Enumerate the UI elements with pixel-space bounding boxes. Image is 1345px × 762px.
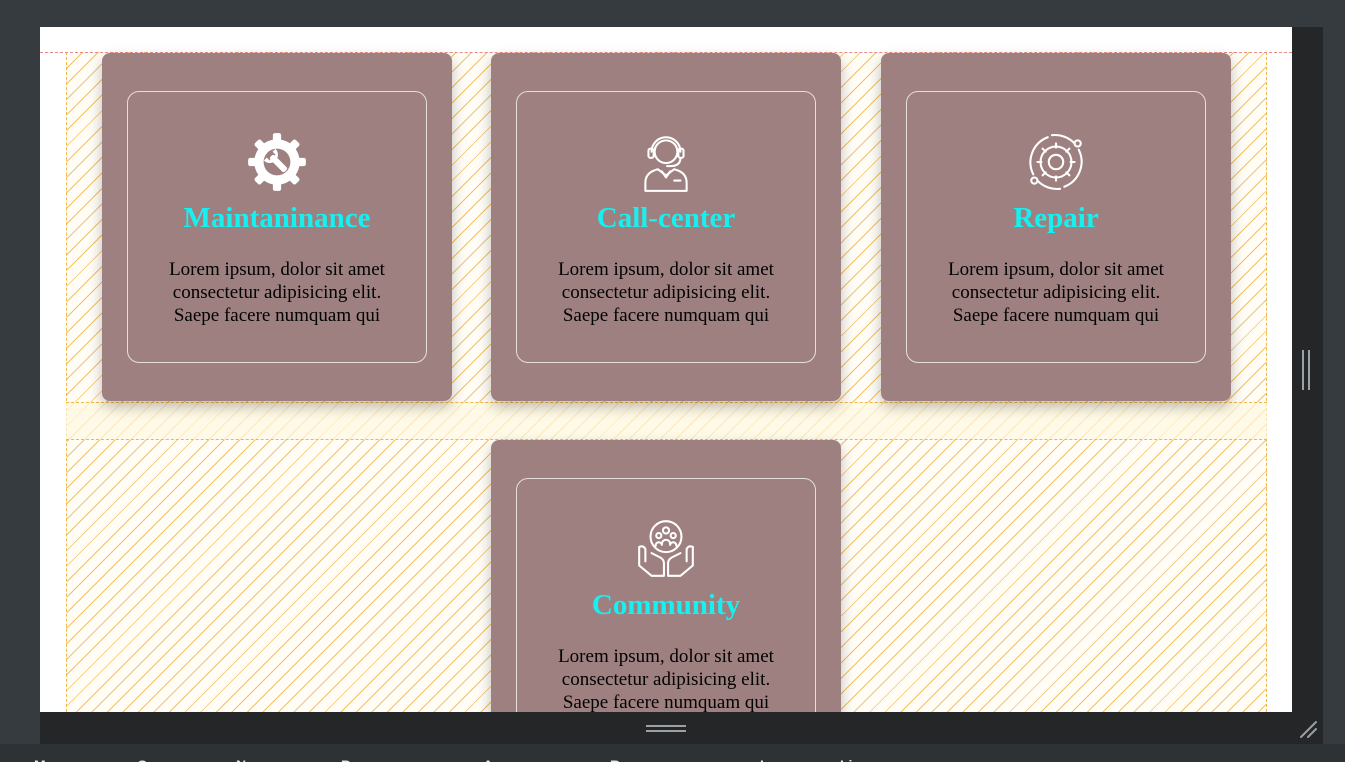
service-description: Lorem ipsum, dolor sit amet consectetur …	[948, 259, 1164, 326]
devtools-tab-strip: M C N P A R L Li	[0, 744, 1345, 762]
service-card-maintenance: Maintaninance Lorem ipsum, dolor sit ame…	[102, 53, 452, 401]
side-resize-bar	[1292, 27, 1323, 744]
vertical-resize-handle[interactable]	[1302, 350, 1310, 390]
devtools-tab[interactable]: C	[137, 757, 147, 762]
service-description: Lorem ipsum, dolor sit amet consectetur …	[558, 646, 774, 712]
grid-row-gap	[66, 402, 1267, 440]
service-card-inner: Call-center Lorem ipsum, dolor sit amet …	[516, 91, 816, 363]
service-title: Community	[591, 589, 741, 621]
service-title: Repair	[1013, 202, 1099, 234]
devtools-tab[interactable]: A	[483, 757, 493, 762]
horizontal-resize-handle[interactable]	[646, 725, 686, 732]
corner-resize-grip-icon[interactable]	[1297, 718, 1319, 740]
service-description: Lorem ipsum, dolor sit amet consectetur …	[169, 259, 385, 326]
preview-viewport: Maintaninance Lorem ipsum, dolor sit ame…	[40, 27, 1292, 712]
bottom-resize-bar	[40, 712, 1292, 744]
community-hands-icon	[638, 520, 694, 577]
service-description: Lorem ipsum, dolor sit amet consectetur …	[558, 259, 774, 326]
service-title: Call-center	[596, 202, 736, 234]
devtools-tab[interactable]: P	[341, 757, 350, 762]
devtools-tab[interactable]: Li	[840, 757, 852, 762]
service-card-inner: Repair Lorem ipsum, dolor sit amet conse…	[906, 91, 1206, 363]
service-card-call-center: Call-center Lorem ipsum, dolor sit amet …	[491, 53, 841, 401]
devtools-tab[interactable]: N	[236, 757, 246, 762]
service-card-inner: Community Lorem ipsum, dolor sit amet co…	[516, 478, 816, 712]
gear-cycle-icon	[1029, 133, 1083, 191]
service-card-inner: Maintaninance Lorem ipsum, dolor sit ame…	[127, 91, 427, 363]
gear-wrench-icon	[248, 133, 306, 191]
service-card-community: Community Lorem ipsum, dolor sit amet co…	[491, 440, 841, 712]
service-card-repair: Repair Lorem ipsum, dolor sit amet conse…	[881, 53, 1231, 401]
devtools-tab[interactable]: L	[760, 757, 769, 762]
devtools-tab[interactable]: M	[34, 757, 46, 762]
headset-agent-icon	[644, 136, 688, 192]
devtools-tab[interactable]: R	[610, 757, 620, 762]
service-title: Maintaninance	[183, 202, 371, 234]
